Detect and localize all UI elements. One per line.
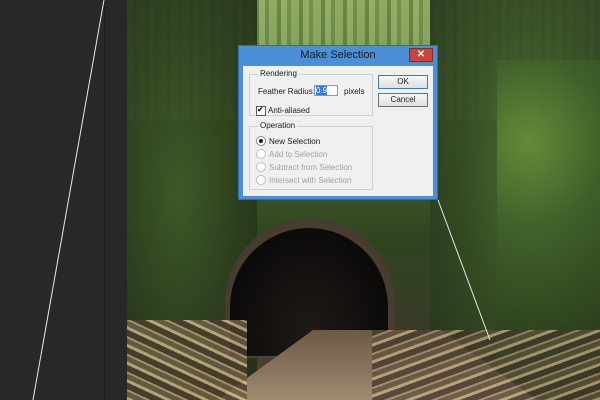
radio-icon[interactable] xyxy=(256,149,266,159)
panel-divider xyxy=(104,0,105,400)
feather-unit-label: pixels xyxy=(344,87,365,96)
branch-debris-right xyxy=(372,330,600,400)
radio-subtract-from-selection[interactable]: Subtract from Selection xyxy=(256,162,352,172)
antialiased-option[interactable]: ✔ Anti-aliased xyxy=(256,102,310,120)
radio-icon[interactable] xyxy=(256,175,266,185)
subtract-from-selection-label: Subtract from Selection xyxy=(269,162,353,172)
branch-debris-left xyxy=(127,320,247,400)
dialog-title: Make Selection xyxy=(300,49,376,61)
feather-radius-label: Feather Radius: xyxy=(258,87,315,96)
radio-icon[interactable] xyxy=(256,162,266,172)
radio-add-to-selection[interactable]: Add to Selection xyxy=(256,149,327,159)
workspace-panel xyxy=(0,0,127,400)
intersect-with-selection-label: Intersect with Selection xyxy=(269,175,352,185)
operation-group: Operation New Selection Add to Selection… xyxy=(249,120,373,190)
operation-legend: Operation xyxy=(258,120,298,132)
cancel-button[interactable]: Cancel xyxy=(378,93,428,107)
radio-new-selection[interactable]: New Selection xyxy=(256,136,320,146)
close-icon[interactable]: ✕ xyxy=(409,48,433,62)
checkbox-icon[interactable]: ✔ xyxy=(256,104,266,116)
dialog-body: Rendering Feather Radius: 0.9 pixels ✔ An… xyxy=(243,66,433,196)
feather-radius-input[interactable]: 0.9 xyxy=(314,85,338,96)
check-mark-icon: ✔ xyxy=(257,104,264,114)
make-selection-dialog: Make Selection ✕ Rendering Feather Radiu… xyxy=(238,45,438,200)
new-selection-label: New Selection xyxy=(269,136,321,146)
antialiased-label: Anti-aliased xyxy=(268,106,310,116)
foliage-right xyxy=(497,60,600,330)
radio-intersect-with-selection[interactable]: Intersect with Selection xyxy=(256,175,351,185)
feather-radius-value: 0.9 xyxy=(316,86,328,95)
rendering-group: Rendering Feather Radius: 0.9 pixels ✔ An… xyxy=(249,68,373,116)
ok-button[interactable]: OK xyxy=(378,75,428,89)
radio-icon[interactable] xyxy=(256,136,266,146)
add-to-selection-label: Add to Selection xyxy=(269,149,328,159)
rendering-legend: Rendering xyxy=(258,68,299,80)
